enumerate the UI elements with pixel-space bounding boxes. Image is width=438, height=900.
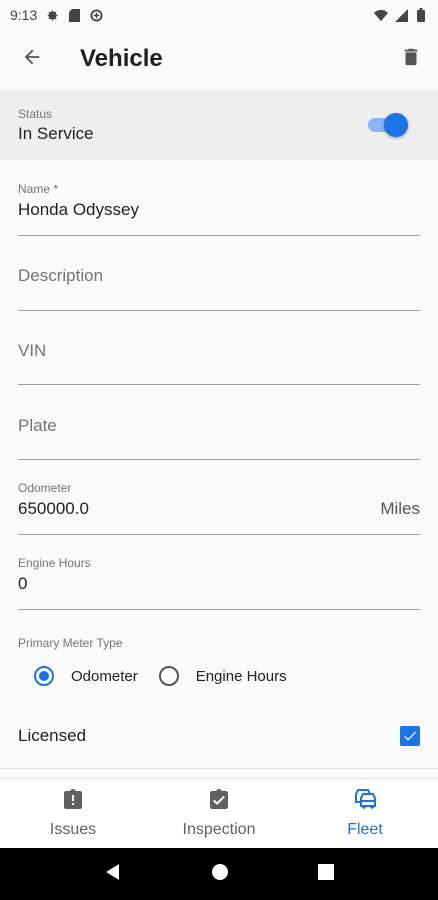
primary-meter-radio-group: Odometer Engine Hours xyxy=(34,666,287,686)
signal-icon xyxy=(394,8,408,22)
trash-icon xyxy=(400,46,422,73)
radio-engine-hours[interactable] xyxy=(158,666,179,686)
vehicles-icon xyxy=(352,788,378,817)
licensed-checkbox[interactable] xyxy=(400,726,420,746)
status-label: Status xyxy=(18,106,53,121)
licensed-row[interactable]: Licensed xyxy=(18,716,420,756)
status-row[interactable]: Status In Service xyxy=(0,90,438,160)
primary-meter-label: Primary Meter Type xyxy=(18,636,123,650)
radio-odometer[interactable] xyxy=(34,666,54,686)
engine-hours-value: 0 xyxy=(18,574,28,593)
system-navigation-bar xyxy=(0,848,438,900)
status-toggle[interactable] xyxy=(368,113,408,137)
app-bar: Vehicle xyxy=(0,30,438,88)
page-title: Vehicle xyxy=(80,45,163,72)
system-back-icon[interactable] xyxy=(104,863,122,886)
clock: 9:13 xyxy=(10,7,38,23)
plate-field[interactable]: Plate xyxy=(18,416,420,460)
nav-item-issues[interactable]: Issues xyxy=(0,779,146,848)
odometer-field[interactable]: Odometer 650000.0 Miles xyxy=(18,481,420,535)
nav-label-issues: Issues xyxy=(49,821,97,838)
odometer-unit: Miles xyxy=(380,499,420,518)
bottom-nav: Issues Inspection Fleet xyxy=(0,778,438,848)
back-button[interactable] xyxy=(0,30,64,88)
nav-label-inspection: Inspection xyxy=(182,821,256,838)
engine-hours-field[interactable]: Engine Hours 0 xyxy=(18,556,420,610)
radio-engine-hours-label[interactable]: Engine Hours xyxy=(196,668,287,685)
wifi-icon xyxy=(374,8,388,22)
plate-placeholder: Plate xyxy=(18,416,57,435)
nav-label-fleet: Fleet xyxy=(347,821,383,838)
divider xyxy=(0,768,438,769)
toggle-thumb xyxy=(384,113,408,137)
nav-item-fleet[interactable]: Fleet xyxy=(292,779,438,848)
report-icon xyxy=(61,788,85,817)
status-bar: 9:13 xyxy=(0,0,438,30)
licensed-label: Licensed xyxy=(18,726,87,745)
delete-button[interactable] xyxy=(384,30,438,88)
battery-icon xyxy=(414,8,428,22)
system-home-icon[interactable] xyxy=(211,863,229,886)
vin-placeholder: VIN xyxy=(18,341,47,360)
arrow-back-icon xyxy=(21,46,43,73)
data-saver-icon xyxy=(89,8,103,22)
description-field[interactable]: Description xyxy=(18,266,420,311)
odometer-value: 650000.0 xyxy=(18,499,89,518)
odometer-label: Odometer xyxy=(18,481,72,495)
vin-field[interactable]: VIN xyxy=(18,341,420,385)
name-label: Name * xyxy=(18,182,59,196)
description-placeholder: Description xyxy=(18,266,104,285)
sd-card-icon xyxy=(67,8,81,22)
nav-item-inspection[interactable]: Inspection xyxy=(146,779,292,848)
engine-hours-label: Engine Hours xyxy=(18,556,91,570)
system-recents-icon[interactable] xyxy=(317,863,334,885)
status-value: In Service xyxy=(18,123,94,143)
radio-odometer-label[interactable]: Odometer xyxy=(71,668,138,685)
checklist-icon xyxy=(207,788,231,817)
name-value: Honda Odyssey xyxy=(18,200,139,219)
check-icon xyxy=(404,731,416,741)
radio-selected-dot xyxy=(39,671,49,681)
name-field[interactable]: Name * Honda Odyssey xyxy=(18,182,420,236)
settings-icon xyxy=(45,8,59,22)
